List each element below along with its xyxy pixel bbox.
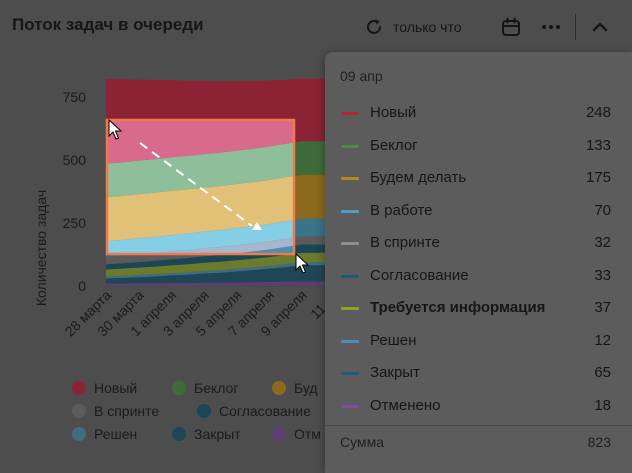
legend-label: Беклог [194, 380, 239, 396]
tooltip-swatch [341, 144, 359, 148]
tooltip-label: Будем делать [370, 169, 467, 186]
tooltip-date: 09 апр [340, 68, 383, 84]
legend-swatch [272, 427, 286, 441]
x-axis: 28 марта30 марта1 апреля3 апреля5 апреля… [62, 287, 343, 340]
tooltip-label: Беклог [370, 136, 418, 154]
y-axis-label: Количество задач [33, 190, 49, 306]
legend-item[interactable]: Согласование [197, 403, 311, 419]
tooltip-value: 33 [594, 266, 611, 284]
tooltip-row: Будем делать 175 [325, 165, 632, 191]
legend-item[interactable]: В спринте [72, 403, 159, 419]
tooltip-swatch [341, 209, 359, 213]
tooltip-label: В спринте [370, 234, 440, 251]
tooltip-label: Закрыт [370, 364, 420, 381]
y-axis: 0 250 500 750 [63, 89, 87, 294]
legend-item[interactable]: Закрыт [172, 426, 241, 442]
widget-title: Поток задач в очереди [12, 15, 204, 34]
tooltip-sum-label: Сумма [340, 434, 384, 450]
legend-item[interactable]: Решен [72, 426, 137, 442]
legend-swatch [72, 427, 86, 441]
refresh-icon[interactable] [364, 17, 384, 37]
y-tick-label: 250 [63, 215, 87, 231]
y-tick-label: 500 [63, 152, 87, 168]
tooltip-value: 18 [594, 396, 611, 414]
tooltip-value: 37 [594, 299, 611, 316]
tooltip-value: 175 [585, 169, 611, 186]
legend-swatch [197, 404, 211, 418]
tooltip-value: 70 [594, 201, 611, 219]
legend-label: Буд [294, 380, 318, 396]
calendar-icon[interactable] [500, 16, 522, 38]
tooltip-label: Согласование [370, 266, 469, 284]
y-tick-label: 0 [78, 278, 86, 294]
legend-item[interactable]: Отм [272, 426, 321, 442]
tooltip-sum-value: 823 [587, 434, 611, 450]
tooltip-swatch [341, 372, 359, 375]
chevron-up-icon[interactable] [588, 16, 612, 38]
tooltip-swatch [341, 274, 359, 278]
legend-label: Отм [294, 426, 321, 442]
legend-swatch [272, 381, 286, 395]
tooltip-swatch [341, 112, 359, 115]
tooltip-label: В работе [370, 201, 433, 219]
tooltip-swatch [341, 307, 359, 310]
legend-label: Новый [94, 380, 138, 396]
legend-swatch [172, 427, 186, 441]
tooltip-swatch [341, 177, 359, 180]
widget-header: Поток задач в очереди только что [0, 0, 632, 56]
tooltip-label: Новый [370, 104, 417, 121]
tooltip-row: Новый 248 [325, 100, 632, 126]
tooltip-row: Требуется информация 37 [325, 295, 632, 321]
legend-label: В спринте [94, 403, 160, 419]
tooltip-value: 65 [594, 364, 611, 381]
tooltip-value: 248 [585, 104, 611, 121]
tooltip-label: Требуется информация [370, 299, 546, 316]
tooltip-value: 133 [585, 136, 611, 154]
legend-item[interactable]: Новый [72, 380, 137, 396]
tooltip-value: 32 [594, 234, 611, 251]
tooltip-label: Отменено [370, 396, 441, 414]
legend-item[interactable]: Беклог [172, 380, 238, 396]
more-options-icon[interactable] [539, 17, 563, 37]
legend-label: Закрыт [194, 426, 241, 442]
legend-label: Согласование [219, 403, 311, 419]
legend-item[interactable]: Буд [272, 380, 318, 396]
tooltip-value: 12 [594, 331, 611, 349]
tooltip-swatch [341, 242, 359, 245]
tooltip-separator [325, 425, 632, 426]
refresh-status-label[interactable]: только что [393, 19, 462, 35]
tooltip-swatch [341, 339, 359, 343]
legend-swatch [172, 381, 186, 395]
legend-swatch [72, 404, 86, 418]
tooltip-label: Решен [370, 331, 417, 349]
tooltip-row: Согласование 33 [325, 263, 632, 289]
tooltip-panel: 09 апр Новый 248 Беклог 133 Будем делать 175 В… [325, 52, 632, 473]
tooltip-swatch [341, 404, 359, 408]
legend-label: Решен [94, 426, 138, 442]
header-divider [575, 14, 576, 40]
tooltip-row: Решен 12 [325, 328, 632, 354]
tooltip-row: Закрыт 65 [325, 360, 632, 386]
tooltip-row: Отменено 18 [325, 393, 632, 419]
legend-swatch [72, 381, 86, 395]
tooltip-row: Беклог 133 [325, 133, 632, 159]
tooltip-row: В работе 70 [325, 198, 632, 224]
tooltip-row: В спринте 32 [325, 230, 632, 256]
y-tick-label: 750 [63, 89, 87, 105]
